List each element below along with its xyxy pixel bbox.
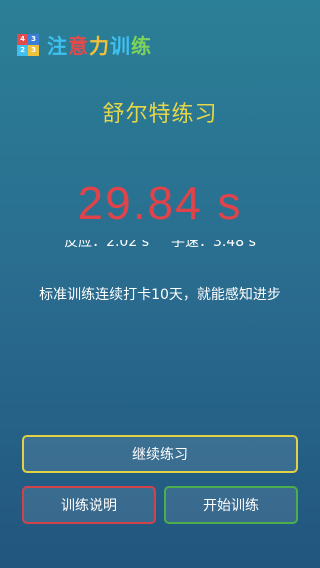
app-bar: 4 3 2 3 注意力训练 xyxy=(0,0,320,58)
continue-button[interactable]: 继续练习 xyxy=(22,435,298,473)
app-title: 注意力训练 xyxy=(47,30,152,59)
logo-cell: 2 xyxy=(17,45,28,56)
stats-row: 反应：2.02 s 手速：3.48 s xyxy=(0,240,320,254)
help-button[interactable]: 训练说明 xyxy=(22,486,156,524)
start-button-label: 开始训练 xyxy=(203,498,259,514)
reaction-stat: 反应：2.02 s xyxy=(64,240,149,250)
help-button-label: 训练说明 xyxy=(61,498,117,514)
app-title-char: 意 xyxy=(68,34,89,58)
app-title-char: 练 xyxy=(131,34,152,58)
app-title-char: 训 xyxy=(110,34,131,58)
elapsed-time: 29.84 s xyxy=(77,177,243,229)
logo-cell: 3 xyxy=(28,34,39,45)
app-logo-icon: 4 3 2 3 xyxy=(17,34,39,56)
app-title-char: 注 xyxy=(47,34,68,58)
continue-button-label: 继续练习 xyxy=(132,447,188,463)
start-button[interactable]: 开始训练 xyxy=(164,486,298,524)
exercise-title: 舒尔特练习 xyxy=(102,102,218,127)
app-title-char: 力 xyxy=(89,34,110,58)
logo-cell: 3 xyxy=(28,45,39,56)
speed-stat: 手速：3.48 s xyxy=(171,240,256,250)
logo-cell: 4 xyxy=(17,34,28,45)
hint-text: 标准训练连续打卡10天，就能感知进步 xyxy=(39,287,281,303)
